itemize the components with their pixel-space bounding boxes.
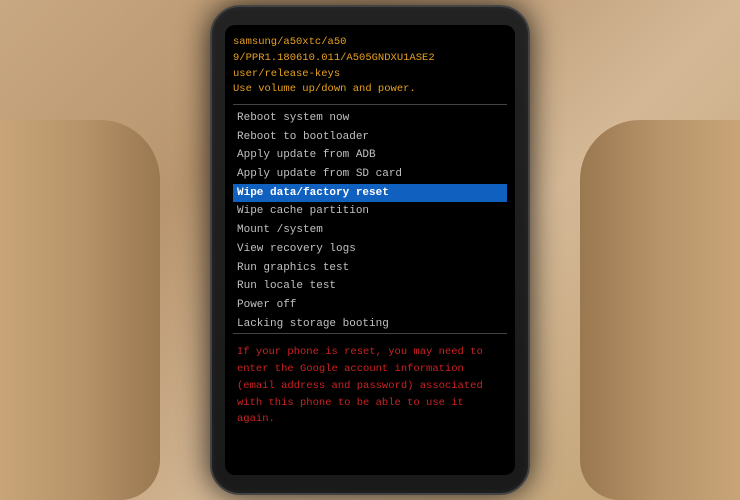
menu-item-4[interactable]: Wipe data/factory reset: [233, 184, 507, 203]
scene: samsung/a50xtc/a50 9/PPR1.180610.011/A50…: [0, 0, 740, 500]
warning-text: If your phone is reset, you may need to …: [237, 344, 503, 428]
menu-item-1[interactable]: Reboot to bootloader: [233, 128, 507, 147]
phone-device: samsung/a50xtc/a50 9/PPR1.180610.011/A50…: [210, 5, 530, 495]
recovery-header: samsung/a50xtc/a50 9/PPR1.180610.011/A50…: [233, 31, 507, 105]
header-line-2: 9/PPR1.180610.011/A505GNDXU1ASE2: [233, 51, 507, 67]
phone-screen: samsung/a50xtc/a50 9/PPR1.180610.011/A50…: [225, 25, 515, 475]
hand-left: [0, 120, 160, 500]
header-line-3: user/release-keys: [233, 67, 507, 83]
menu-item-11[interactable]: Lacking storage booting: [233, 315, 507, 334]
menu-item-6[interactable]: Mount /system: [233, 221, 507, 240]
menu-item-8[interactable]: Run graphics test: [233, 259, 507, 278]
menu-item-9[interactable]: Run locale test: [233, 277, 507, 296]
recovery-menu: Reboot system nowReboot to bootloaderApp…: [233, 109, 507, 334]
menu-item-10[interactable]: Power off: [233, 296, 507, 315]
warning-section: If your phone is reset, you may need to …: [233, 340, 507, 432]
menu-item-2[interactable]: Apply update from ADB: [233, 146, 507, 165]
hand-right: [580, 120, 740, 500]
menu-item-7[interactable]: View recovery logs: [233, 240, 507, 259]
header-line-4: Use volume up/down and power.: [233, 82, 507, 98]
menu-item-3[interactable]: Apply update from SD card: [233, 165, 507, 184]
header-line-1: samsung/a50xtc/a50: [233, 35, 507, 51]
menu-item-0[interactable]: Reboot system now: [233, 109, 507, 128]
menu-item-5[interactable]: Wipe cache partition: [233, 202, 507, 221]
